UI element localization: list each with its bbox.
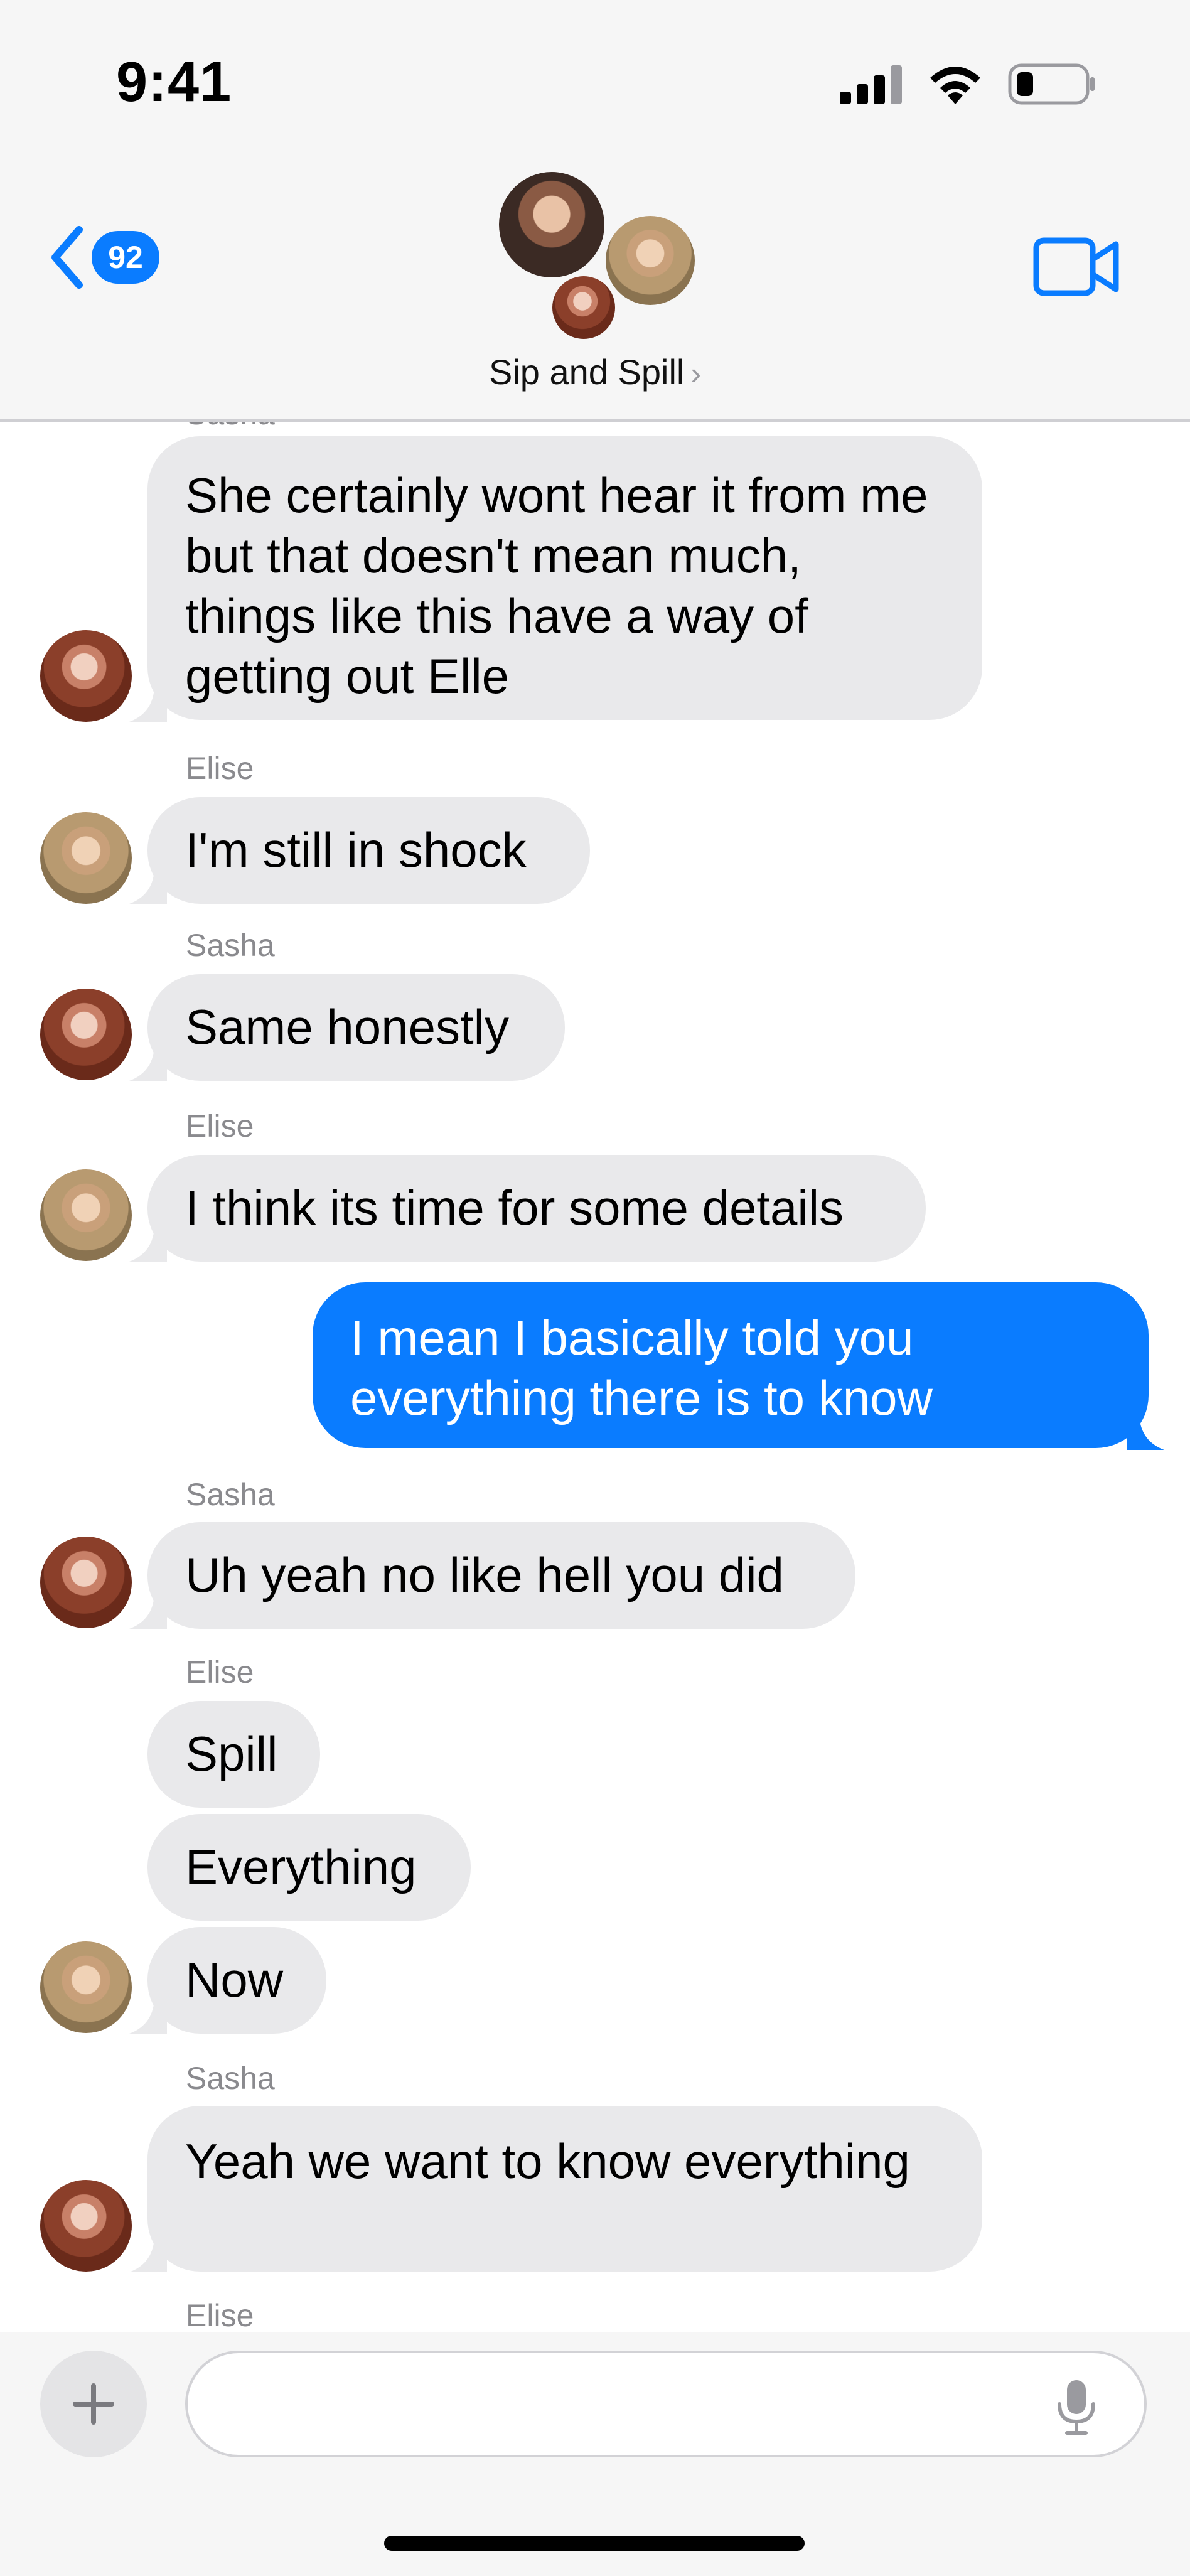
message-text: Now: [185, 1952, 284, 2007]
avatar-elise[interactable]: [40, 1169, 132, 1261]
battery-icon: [1008, 63, 1095, 105]
chevron-right-icon: ›: [690, 356, 701, 391]
bubble-tail: [129, 1224, 167, 1262]
message-text: Everything: [185, 1839, 417, 1894]
video-camera-icon: [1033, 237, 1119, 296]
chevron-left-icon: [51, 226, 83, 289]
message-text: She certainly wont hear it from me but t…: [185, 468, 928, 704]
avatar-sasha[interactable]: [40, 630, 132, 722]
sender-label-sasha: Sasha: [186, 1477, 275, 1512]
message-bubble-incoming[interactable]: I'm still in shock: [147, 797, 590, 904]
home-indicator[interactable]: [384, 2536, 805, 2551]
bubble-tail-outgoing: [1127, 1412, 1164, 1450]
message-text: I mean I basically told you everything t…: [350, 1310, 933, 1425]
bubble-tail: [129, 866, 167, 904]
group-name: Sip and Spill: [489, 352, 685, 392]
group-avatar-sasha: [552, 276, 615, 339]
bubble-tail: [129, 1043, 167, 1081]
message-text: Uh yeah no like hell you did: [185, 1547, 784, 1602]
bubble-tail: [129, 1996, 167, 2034]
status-time: 9:41: [116, 51, 232, 114]
message-text: I think its time for some details: [185, 1180, 844, 1235]
back-button[interactable]: 92: [49, 226, 159, 289]
message-text: Yeah we want to know everything: [185, 2133, 910, 2189]
bubble-tail: [129, 1591, 167, 1629]
message-input[interactable]: [185, 2351, 1147, 2457]
sender-label-elise: Elise: [186, 2298, 254, 2333]
video-call-button[interactable]: [1033, 235, 1121, 301]
message-bubble-incoming[interactable]: Spill: [147, 1701, 320, 1808]
message-bubble-outgoing[interactable]: I mean I basically told you everything t…: [313, 1282, 1149, 1448]
message-bubble-incoming[interactable]: Everything: [147, 1814, 471, 1921]
message-text: I'm still in shock: [185, 822, 527, 877]
message-bubble-incoming[interactable]: I think its time for some details: [147, 1155, 926, 1262]
unread-count-badge: 92: [92, 231, 159, 284]
group-name-button[interactable]: Sip and Spill ›: [0, 352, 1190, 392]
group-avatar-cluster[interactable]: [499, 169, 706, 352]
message-bubble-incoming[interactable]: Same honestly: [147, 974, 565, 1081]
messages-screen: Sasha She certainly wont hear it from me…: [0, 0, 1190, 2576]
group-avatar-elise: [606, 216, 695, 305]
status-icons: [840, 63, 1096, 105]
sender-label-elise: Elise: [186, 1655, 254, 1690]
avatar-elise[interactable]: [40, 1941, 132, 2033]
message-bubble-incoming[interactable]: Uh yeah no like hell you did: [147, 1522, 855, 1629]
avatar-sasha[interactable]: [40, 989, 132, 1080]
avatar-sasha[interactable]: [40, 1537, 132, 1628]
message-text: Spill: [185, 1726, 278, 1781]
sender-label-elise: Elise: [186, 1108, 254, 1144]
message-bubble-incoming[interactable]: She certainly wont hear it from me but t…: [147, 436, 982, 720]
sender-label-elise: Elise: [186, 751, 254, 786]
microphone-icon: [1058, 2380, 1095, 2435]
group-avatar-main: [499, 172, 604, 277]
bubble-tail: [129, 2235, 167, 2272]
message-bubble-incoming[interactable]: Yeah we want to know everything: [147, 2106, 982, 2272]
dictation-button[interactable]: [1054, 2379, 1098, 2439]
cellular-signal-icon: [840, 65, 902, 104]
message-bubble-incoming[interactable]: Now: [147, 1927, 326, 2034]
wifi-icon: [930, 67, 980, 104]
conversation-header: 9:41 92 Sip and Spill ›: [0, 0, 1190, 422]
message-text: Same honestly: [185, 999, 509, 1055]
bubble-tail: [129, 684, 167, 722]
add-attachment-button[interactable]: [40, 2351, 147, 2457]
avatar-sasha[interactable]: [40, 2180, 132, 2272]
sender-label-sasha: Sasha: [186, 928, 275, 963]
sender-label-sasha: Sasha: [186, 2061, 275, 2096]
avatar-elise[interactable]: [40, 812, 132, 904]
plus-icon: [73, 2383, 114, 2425]
